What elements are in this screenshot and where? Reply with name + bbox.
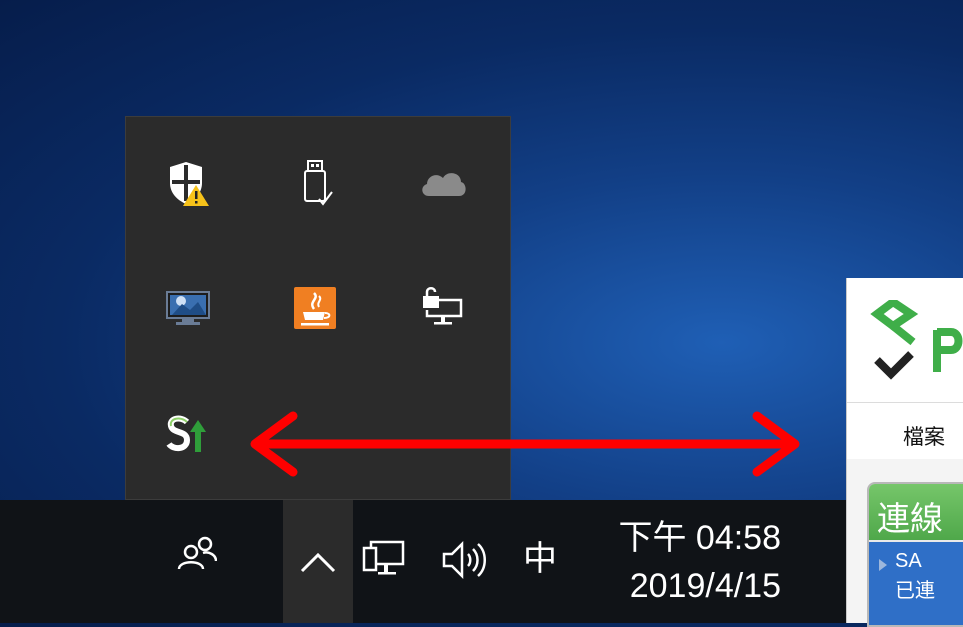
panel-title-bar: 連線 (869, 484, 963, 540)
expand-arrow-icon[interactable] (879, 559, 887, 571)
connection-list-item[interactable]: SA 已連 (869, 542, 963, 625)
connection-name: SA (895, 550, 922, 572)
taskbar-clock[interactable]: 下午 04:58 2019/4/15 (585, 505, 795, 615)
windows-security-warning-icon[interactable] (156, 151, 220, 215)
remote-desktop-monitor-icon[interactable] (156, 276, 220, 340)
connection-panel: 連線 SA 已連 (867, 482, 963, 627)
ime-indicator[interactable]: 中 (518, 534, 562, 584)
app-header (847, 278, 963, 402)
volume-icon[interactable] (440, 538, 490, 582)
app-menu-bar: 檔案 (847, 402, 963, 459)
usb-safe-remove-icon[interactable] (283, 151, 347, 215)
sync-upload-icon[interactable] (156, 402, 220, 466)
network-icon[interactable] (362, 538, 406, 582)
panel-title: 連線 (877, 499, 943, 538)
clock-date: 2019/4/15 (629, 567, 781, 605)
connection-status: 已連 (895, 578, 935, 602)
double-arrow-annotation-icon (250, 411, 800, 477)
chevron-up-icon (300, 552, 336, 572)
vpn-locked-monitor-icon[interactable] (411, 276, 475, 340)
people-icon[interactable] (172, 528, 222, 578)
app-logo-icon (870, 300, 963, 380)
show-hidden-icons-button[interactable] (283, 500, 353, 623)
menu-file[interactable]: 檔案 (903, 421, 945, 451)
java-icon[interactable] (283, 276, 347, 340)
clock-time: 下午 04:58 (618, 519, 781, 557)
onedrive-cloud-icon[interactable] (411, 151, 475, 215)
app-window: 檔案 連線 SA 已連 (846, 278, 963, 627)
